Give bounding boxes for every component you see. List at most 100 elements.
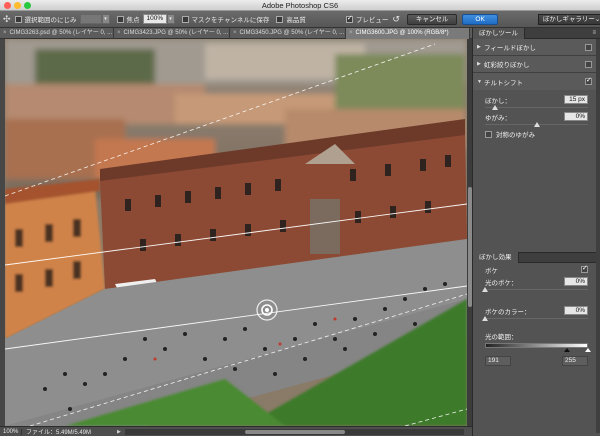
- photo-tilt-shift-piazza: [5, 39, 467, 426]
- blur-amount-input[interactable]: 15 px: [564, 95, 588, 104]
- iris-blur-section[interactable]: ▶ 虹彩絞りぼかし: [473, 56, 600, 73]
- status-bar: 100% ファイル：5.49M/5.49M ▶: [0, 426, 472, 436]
- blur-gallery-pin-icon[interactable]: ✣: [3, 13, 11, 25]
- save-mask-label: マスクをチャンネルに保存: [191, 17, 270, 24]
- bokeh-color-input[interactable]: 0%: [564, 306, 588, 315]
- close-tab-icon[interactable]: ×: [3, 28, 7, 39]
- ok-button[interactable]: OK: [462, 13, 498, 25]
- collapse-triangle-icon[interactable]: ▼: [477, 79, 484, 85]
- file-info: ファイル：5.49M/5.49M: [26, 430, 92, 436]
- focus-stepper[interactable]: ▾: [166, 14, 175, 24]
- light-range-label: 光の範囲：: [485, 333, 518, 341]
- light-range-max-input[interactable]: 255: [562, 356, 588, 366]
- close-tab-icon[interactable]: ×: [349, 28, 353, 39]
- close-tab-icon[interactable]: ×: [117, 28, 121, 39]
- select-bokeh-label: 選択範囲のにじみ: [24, 17, 77, 24]
- tilt-shift-label: チルトシフト: [484, 79, 523, 87]
- preview-group: ✓ プレビュー ↺: [345, 14, 400, 25]
- tab-blur-tools[interactable]: ぼかしツール: [473, 27, 525, 39]
- blur-amount-slider[interactable]: [485, 105, 588, 111]
- select-bokeh-stepper[interactable]: ▾: [101, 14, 110, 24]
- panel-tab-bar: ぼかしツール ≡: [473, 27, 600, 39]
- tilt-shift-section[interactable]: ▼ チルトシフト: [473, 73, 600, 90]
- select-bokeh-group: 選択範囲のにじみ ▾: [14, 14, 110, 24]
- range-min-handle[interactable]: [564, 348, 570, 352]
- select-bokeh-field[interactable]: [79, 14, 102, 24]
- save-mask-checkbox[interactable]: [181, 15, 189, 23]
- bokeh-color-label: ボケのカラー：: [485, 308, 531, 316]
- close-window-button[interactable]: [4, 2, 11, 9]
- title-bar: Adobe Photoshop CS6: [0, 0, 600, 11]
- preview-checkbox[interactable]: ✓: [345, 15, 353, 23]
- light-bokeh-slider[interactable]: [482, 287, 588, 293]
- distortion-row: ゆがみ： 0%: [473, 111, 600, 122]
- distortion-label: ゆがみ：: [485, 114, 511, 122]
- panel-menu-icon[interactable]: ≡: [592, 30, 596, 36]
- distortion-slider[interactable]: [485, 122, 588, 128]
- bokeh-color-row: ボケのカラー： 0%: [473, 305, 600, 316]
- chevron-down-icon: ⌄: [594, 15, 600, 23]
- slider-knob[interactable]: [482, 287, 488, 292]
- tab-blur-effects[interactable]: ぼかし効果: [473, 252, 519, 263]
- expand-triangle-icon[interactable]: ▶: [477, 44, 484, 50]
- select-bokeh-checkbox[interactable]: [14, 15, 22, 23]
- blur-amount-label: ぼかし：: [485, 97, 511, 105]
- scroll-thumb[interactable]: [244, 429, 345, 434]
- tab-label: CIMG3450.JPG @ 50% (レイヤー 0, ...: [239, 30, 345, 36]
- panel-scrollbar[interactable]: [596, 39, 600, 433]
- light-range-values: 191 255: [473, 353, 600, 366]
- iris-blur-checkbox[interactable]: [585, 60, 592, 68]
- light-bokeh-input[interactable]: 0%: [564, 277, 588, 286]
- iris-blur-label: 虹彩絞りぼかし: [484, 62, 530, 69]
- zoom-window-button[interactable]: [24, 2, 31, 9]
- zoom-level[interactable]: 100%: [0, 428, 22, 435]
- focus-checkbox[interactable]: [116, 15, 124, 23]
- close-tab-icon[interactable]: ×: [233, 28, 237, 39]
- high-quality-checkbox[interactable]: [276, 15, 284, 23]
- minimize-window-button[interactable]: [14, 2, 21, 9]
- document-tabs: × CIMG3263.psd @ 50% (レイヤー 0, ... × CIMG…: [0, 28, 472, 39]
- reset-pins-icon[interactable]: ↺: [392, 14, 400, 25]
- document-canvas[interactable]: [5, 39, 467, 426]
- options-bar: ✣ 選択範囲のにじみ ▾ 焦点 100% ▾ マスクをチャンネルに保存 高品質 …: [0, 11, 600, 28]
- tab-label: CIMG3263.psd @ 50% (レイヤー 0, ...: [9, 30, 113, 36]
- slider-knob[interactable]: [482, 316, 488, 321]
- tab-document-1[interactable]: × CIMG3263.psd @ 50% (レイヤー 0, ...: [0, 28, 114, 39]
- workspace-dropdown[interactable]: ぼかしギャラリー ⌄: [537, 13, 600, 25]
- range-max-handle[interactable]: [585, 348, 591, 352]
- symmetric-distortion-checkbox[interactable]: [485, 130, 492, 138]
- bokeh-row: ボケ ✓: [473, 263, 600, 276]
- blur-tools-panel: ぼかしツール ≡ ▶ フィールドぼかし ▶ 虹彩絞りぼかし ▼ チルトシフト ぼ…: [472, 27, 600, 436]
- symmetric-distortion-row[interactable]: 対称のゆがみ: [473, 128, 600, 140]
- field-blur-label: フィールドぼかし: [484, 45, 536, 52]
- distortion-input[interactable]: 0%: [564, 112, 588, 121]
- field-blur-checkbox[interactable]: [585, 43, 592, 51]
- bokeh-checkbox[interactable]: ✓: [581, 265, 588, 273]
- light-range-min-input[interactable]: 191: [485, 356, 511, 366]
- workspace-dropdown-label: ぼかしギャラリー: [542, 15, 595, 23]
- tab-document-2[interactable]: × CIMG3423.JPG @ 50% (レイヤー 0, ...: [114, 28, 230, 39]
- tab-label: CIMG3600.JPG @ 100% (RGB/8*): [355, 30, 449, 36]
- tilt-shift-checkbox[interactable]: [585, 76, 592, 85]
- save-mask-group: マスクをチャンネルに保存: [181, 14, 270, 24]
- focus-input[interactable]: 100%: [142, 14, 167, 24]
- canvas-horizontal-scrollbar[interactable]: [124, 428, 464, 435]
- slider-knob[interactable]: [533, 122, 540, 127]
- light-bokeh-label: 光のボケ：: [485, 279, 518, 287]
- slider-knob[interactable]: [492, 105, 499, 110]
- field-blur-section[interactable]: ▶ フィールドぼかし: [473, 39, 600, 56]
- scroll-thumb[interactable]: [467, 187, 472, 307]
- blur-amount-row: ぼかし： 15 px: [473, 94, 600, 105]
- status-menu-arrow-icon[interactable]: ▶: [117, 429, 121, 435]
- tab-document-active[interactable]: × CIMG3600.JPG @ 100% (RGB/8*): [346, 28, 470, 39]
- cancel-button[interactable]: キャンセル: [406, 13, 458, 25]
- expand-triangle-icon[interactable]: ▶: [477, 61, 484, 67]
- blur-effects-tab-bar: ぼかし効果: [473, 252, 600, 263]
- focus-label: 焦点: [126, 17, 140, 24]
- bokeh-color-slider[interactable]: [482, 316, 588, 322]
- window-title: Adobe Photoshop CS6: [261, 1, 339, 10]
- light-range-handles[interactable]: [485, 348, 591, 353]
- light-bokeh-row: 光のボケ： 0%: [473, 276, 600, 287]
- tab-document-3[interactable]: × CIMG3450.JPG @ 50% (レイヤー 0, ...: [230, 28, 346, 39]
- tab-label: CIMG3423.JPG @ 50% (レイヤー 0, ...: [123, 30, 229, 36]
